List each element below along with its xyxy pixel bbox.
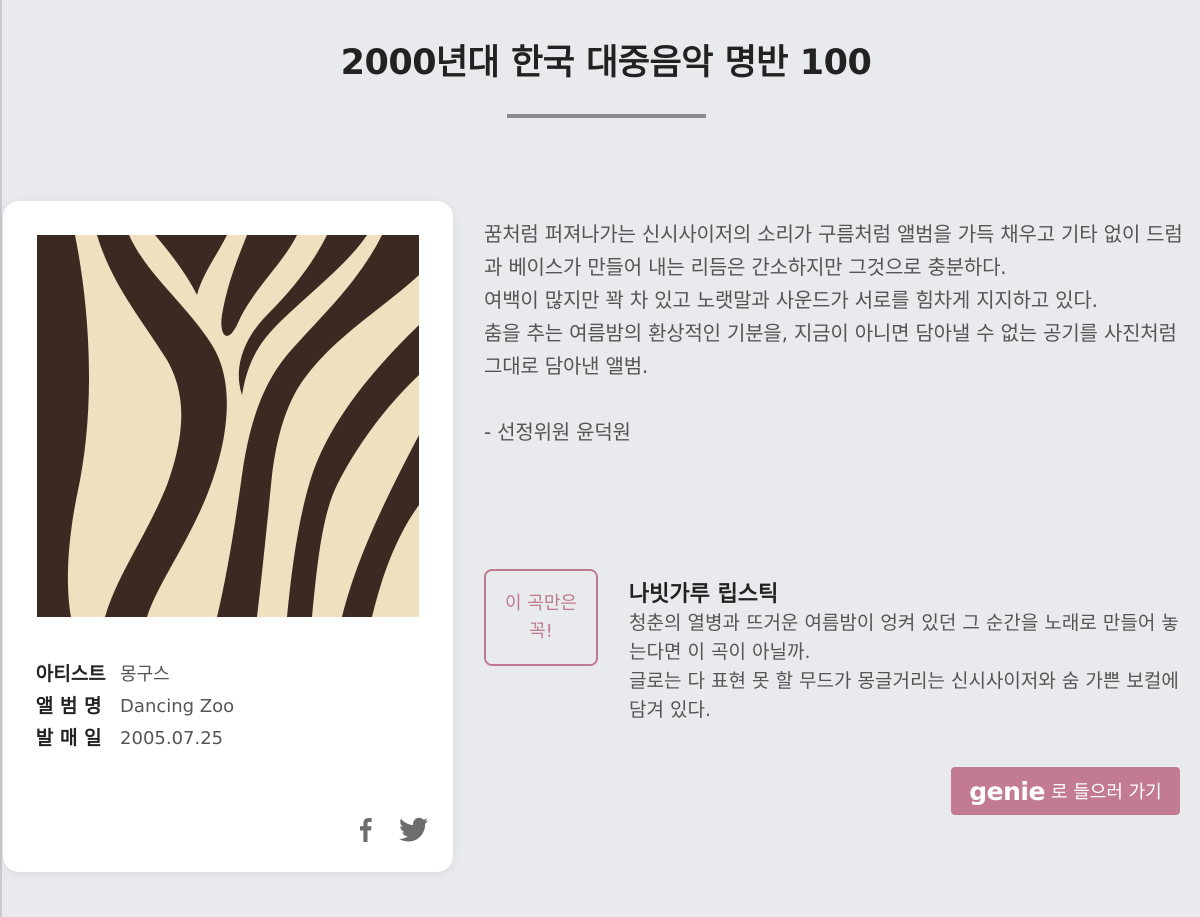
recommended-track-description: 청춘의 열병과 뜨거운 여름밤이 엉켜 있던 그 순간을 노래로 만들어 놓는다… bbox=[629, 609, 1189, 725]
must-listen-badge: 이 곡만은 꼭! bbox=[484, 569, 598, 666]
genie-listen-button[interactable]: genie 로 들으러 가기 bbox=[951, 767, 1180, 815]
page-left-border bbox=[0, 0, 2, 917]
release-date-value: 2005.07.25 bbox=[120, 728, 224, 749]
album-review: 꿈처럼 퍼져나가는 신시사이저의 소리가 구름처럼 앨범을 가득 채우고 기타 … bbox=[484, 218, 1189, 449]
album-name-row: 앨 범 명 Dancing Zoo bbox=[36, 694, 234, 719]
artist-label: 아티스트 bbox=[36, 663, 106, 685]
recommended-track-title: 나빗가루 립스틱 bbox=[629, 582, 779, 607]
review-paragraph: 춤을 추는 여름밤의 환상적인 기분을, 지금이 아니면 담아낼 수 없는 공기… bbox=[484, 321, 1177, 378]
title-divider bbox=[507, 114, 706, 118]
album-name-value: Dancing Zoo bbox=[120, 696, 235, 717]
facebook-icon[interactable] bbox=[354, 816, 376, 842]
album-name-label: 앨 범 명 bbox=[36, 695, 102, 717]
artist-value: 몽구스 bbox=[120, 664, 170, 685]
album-card: 아티스트 몽구스 앨 범 명 Dancing Zoo 발 매 일 2005.07… bbox=[3, 201, 453, 872]
genie-listen-label: 로 들으러 가기 bbox=[1050, 782, 1162, 803]
release-date-row: 발 매 일 2005.07.25 bbox=[36, 726, 223, 751]
must-listen-badge-line2: 꼭! bbox=[529, 620, 553, 642]
release-date-label: 발 매 일 bbox=[36, 727, 102, 749]
artist-row: 아티스트 몽구스 bbox=[36, 662, 170, 687]
track-desc-paragraph: 글로는 다 표현 못 할 무드가 몽글거리는 신시사이저와 숨 가쁜 보컬에 담… bbox=[629, 670, 1179, 721]
zebra-stripe-album-cover bbox=[37, 235, 419, 617]
must-listen-badge-line1: 이 곡만은 bbox=[505, 592, 577, 614]
twitter-icon[interactable] bbox=[399, 817, 429, 843]
reviewer-credit: - 선정위원 윤덕원 bbox=[484, 420, 631, 444]
track-desc-paragraph: 청춘의 열병과 뜨거운 여름밤이 엉켜 있던 그 순간을 노래로 만들어 놓는다… bbox=[629, 612, 1179, 663]
page-title: 2000년대 한국 대중음악 명반 100 bbox=[340, 43, 872, 83]
album-cover-image bbox=[37, 235, 419, 617]
genie-logo: genie bbox=[969, 776, 1045, 806]
review-paragraph: 꿈처럼 퍼져나가는 신시사이저의 소리가 구름처럼 앨범을 가득 채우고 기타 … bbox=[484, 222, 1183, 279]
review-paragraph: 여백이 많지만 꽉 차 있고 노랫말과 사운드가 서로를 힘차게 지지하고 있다… bbox=[484, 288, 1098, 312]
